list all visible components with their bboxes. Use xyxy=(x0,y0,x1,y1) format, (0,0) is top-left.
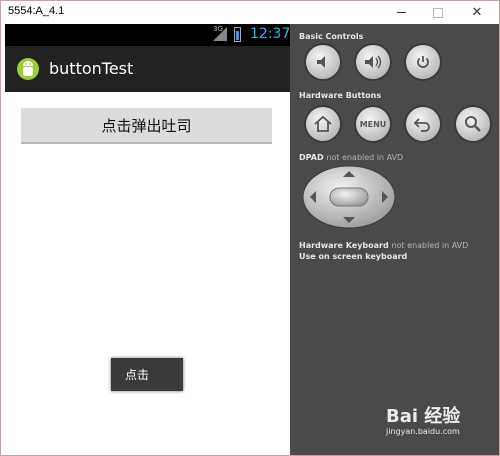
android-app-icon xyxy=(17,58,39,80)
hardware-buttons-heading: Hardware Buttons xyxy=(299,91,382,100)
search-button[interactable] xyxy=(456,107,490,141)
maximize-icon xyxy=(433,7,443,18)
volume-down-button[interactable] xyxy=(306,45,340,79)
app-title: buttonTest xyxy=(49,59,134,78)
home-icon xyxy=(314,115,332,132)
close-button[interactable]: ✕ xyxy=(457,1,497,24)
keyboard-title: Hardware Keyboard xyxy=(299,241,389,250)
dpad-note: not enabled in AVD xyxy=(326,153,404,162)
status-clock: 12:37 xyxy=(250,26,291,42)
basic-controls-heading: Basic Controls xyxy=(299,32,364,41)
back-icon xyxy=(413,118,430,132)
volume-up-button[interactable] xyxy=(356,45,390,79)
dpad-title: DPAD xyxy=(299,153,324,162)
signal-icon xyxy=(213,27,227,41)
search-icon xyxy=(465,116,481,132)
minimize-icon xyxy=(396,12,406,13)
title-bar: 5554:A_4.1 ✕ xyxy=(1,1,499,24)
volume-down-icon xyxy=(317,56,325,68)
dpad-heading: DPAD not enabled in AVD xyxy=(299,153,403,162)
emulator-window: 5554:A_4.1 ✕ 3G 12:37 buttonTest 点击弹出吐司 … xyxy=(0,0,500,456)
power-icon xyxy=(417,56,429,68)
toast-message: 点击 xyxy=(111,358,183,391)
minimize-button[interactable] xyxy=(381,1,421,24)
keyboard-note: not enabled in AVD xyxy=(391,241,469,250)
keyboard-heading: Hardware Keyboard not enabled in AVD xyxy=(299,241,468,250)
power-button[interactable] xyxy=(406,45,440,79)
action-bar: buttonTest xyxy=(5,46,290,92)
menu-button-label: MENU xyxy=(359,119,387,129)
back-button[interactable] xyxy=(406,107,440,141)
dpad-control[interactable] xyxy=(302,165,396,229)
watermark-logo: Bai 经验 xyxy=(386,406,461,427)
battery-icon xyxy=(234,27,241,42)
close-icon: ✕ xyxy=(471,5,483,20)
home-button[interactable] xyxy=(306,107,340,141)
window-title: 5554:A_4.1 xyxy=(8,5,65,17)
status-bar: 3G 12:37 xyxy=(5,24,290,46)
baidu-jingyan-watermark: Bai 经验 jingyan.baidu.com xyxy=(386,402,496,436)
device-screen[interactable]: 3G 12:37 buttonTest 点击弹出吐司 点击 xyxy=(5,24,290,454)
maximize-button[interactable] xyxy=(418,1,458,24)
show-toast-button[interactable]: 点击弹出吐司 xyxy=(21,108,272,144)
menu-button[interactable]: MENU xyxy=(356,107,390,141)
onscreen-keyboard-link[interactable]: Use on screen keyboard xyxy=(299,252,407,261)
volume-up-icon xyxy=(365,55,382,69)
watermark-url: jingyan.baidu.com xyxy=(386,427,460,436)
emulator-controls-panel: Basic Controls Hardware Buttons MENU DPA… xyxy=(290,24,499,455)
